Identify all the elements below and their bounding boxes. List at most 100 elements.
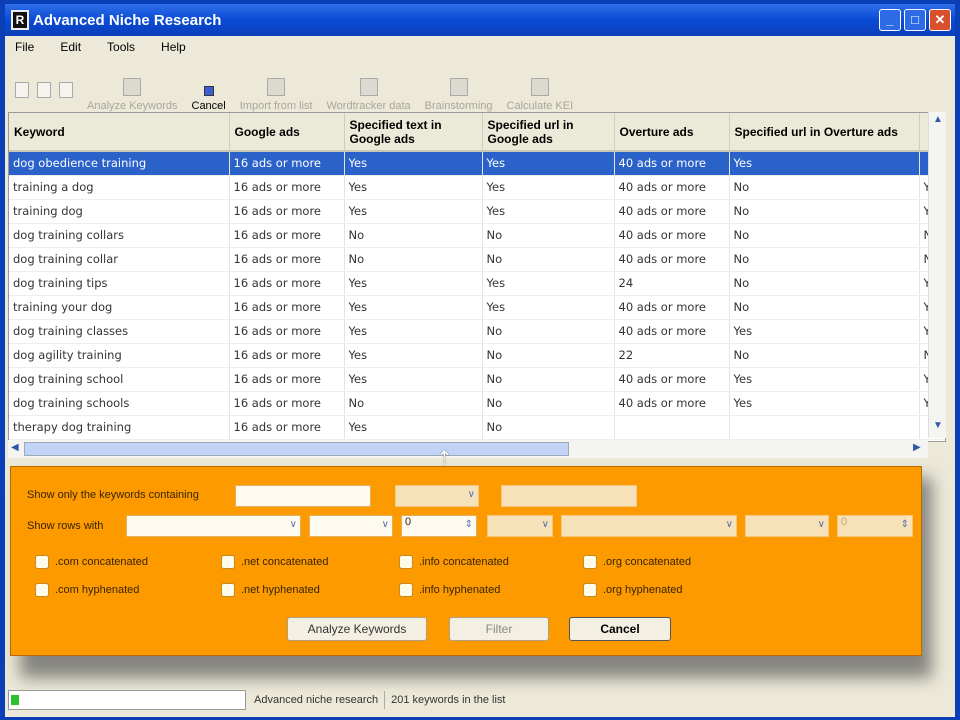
table-row[interactable]: training your dog 16 ads or more Yes Yes 40 … [9,295,945,320]
menu-edit[interactable]: Edit [60,40,81,54]
value-spinner-2: 0 ⇕ [837,515,913,537]
new-icon[interactable] [15,82,29,98]
column-header[interactable]: Keyword [9,113,230,152]
column-header[interactable]: Google ads [229,113,345,152]
table-cell: dog obedience training [9,151,230,176]
analyze-keywords-button[interactable]: Analyze Keywords [287,617,427,641]
table-row[interactable]: dog training tips 16 ads or more Yes Yes 24 N… [9,271,945,296]
table-cell: 40 ads or more [614,319,730,344]
table-cell: 16 ads or more [229,151,345,176]
filter-button[interactable]: Filter [449,617,549,641]
table-cell: 16 ads or more [229,247,345,272]
table-cell: 16 ads or more [229,367,345,392]
table-cell: 40 ads or more [614,151,730,176]
table-cell: No [344,247,483,272]
checkbox-net-hyphenated[interactable]: .net hyphenated [221,583,320,597]
table-cell: 40 ads or more [614,295,730,320]
checkbox-org-hyphenated[interactable]: .org hyphenated [583,583,683,597]
vertical-scrollbar[interactable]: ▲ ▼ [928,112,946,438]
column-header[interactable]: Specified url in Google ads [482,113,615,152]
table-cell: No [729,343,920,368]
checkbox-label: .net concatenated [241,556,329,568]
cancel-button[interactable]: Cancel [569,617,671,641]
table-cell: 16 ads or more [229,391,345,416]
table-row[interactable]: dog training school 16 ads or more Yes No 40… [9,367,945,392]
maximize-button[interactable]: □ [904,9,926,31]
table-cell: Yes [482,151,615,176]
contains-input-2 [501,485,637,507]
toolbar-analyze-keywords[interactable]: Analyze Keywords [87,78,178,112]
table-cell: dog training tips [9,271,230,296]
open-icon[interactable] [37,82,51,98]
table-row[interactable]: therapy dog training 16 ads or more Yes No [9,415,945,440]
app-icon: R [11,10,29,30]
column-select[interactable]: ∨ [126,515,301,537]
import-icon [267,78,286,96]
checkbox-info-concatenated[interactable]: .info concatenated [399,555,509,569]
status-app: Advanced niche research [254,694,379,706]
table-cell: 40 ads or more [614,175,730,200]
logic-select: ∨ [487,515,553,537]
table-row[interactable]: dog agility training 16 ads or more Yes No 2… [9,343,945,368]
minimize-button[interactable]: _ [879,9,901,31]
close-button[interactable]: ✕ [929,9,951,31]
menu-file[interactable]: File [15,40,34,54]
toolbar-brainstorming[interactable]: Brainstorming [425,78,493,112]
toolbar-wordtracker[interactable]: Wordtracker data [326,78,411,112]
table-cell: No [344,223,483,248]
checkbox-org-concatenated[interactable]: .org concatenated [583,555,691,569]
brainstorm-icon [449,78,468,96]
value-spinner[interactable]: 0 ⇕ [401,515,477,537]
value-text-2: 0 [841,516,848,528]
table-cell: No [482,391,615,416]
table-row[interactable]: dog training classes 16 ads or more Yes No 4… [9,319,945,344]
table-row[interactable]: dog training collars 16 ads or more No No 40… [9,223,945,248]
toolbar-label: Import from list [239,100,313,112]
operator-select[interactable]: ∨ [309,515,393,537]
menu-help[interactable]: Help [161,40,186,54]
table-cell: No [729,295,920,320]
table-cell: No [344,391,483,416]
checkbox-net-concatenated[interactable]: .net concatenated [221,555,328,569]
table-cell: Yes [729,391,920,416]
toolbar-label: Calculate KEI [506,100,574,112]
table-cell: No [482,343,615,368]
checkbox-com-hyphenated[interactable]: .com hyphenated [35,583,139,597]
menu-tools[interactable]: Tools [107,40,135,54]
table-row[interactable]: training dog 16 ads or more Yes Yes 40 ads o… [9,199,945,224]
table-cell: Yes [482,295,615,320]
table-cell: Yes [729,367,920,392]
table-cell: Yes [482,175,615,200]
table-row[interactable]: dog training collar 16 ads or more No No 40 … [9,247,945,272]
table-row[interactable]: dog training schools 16 ads or more No No 40… [9,391,945,416]
column-header[interactable]: Overture ads [614,113,730,152]
contains-input[interactable] [235,485,371,507]
table-row[interactable]: training a dog 16 ads or more Yes Yes 40 ads… [9,175,945,200]
table-cell: Yes [344,319,483,344]
horizontal-scrollbar[interactable]: ◀ ▶ [8,440,928,458]
save-icon[interactable] [59,82,73,98]
keyword-table: Keyword Google ads Specified text in Googl… [8,112,946,442]
toolbar-label: Cancel [191,100,226,112]
checkbox-info-hyphenated[interactable]: .info hyphenated [399,583,500,597]
checkbox-label: .com concatenated [55,556,148,568]
column-header[interactable]: Specified text in Google ads [344,113,483,152]
toolbar-cancel[interactable]: Cancel [192,86,226,112]
table-cell: 16 ads or more [229,415,345,440]
table-row[interactable]: dog obedience training 16 ads or more Yes Y… [9,151,945,176]
toolbar: Analyze Keywords Cancel Import from list… [15,68,945,112]
table-cell: Yes [344,199,483,224]
table-cell: 24 [614,271,730,296]
table-cell: 22 [614,343,730,368]
scroll-thumb[interactable] [24,442,569,456]
table-cell: dog agility training [9,343,230,368]
toolbar-calculate-kei[interactable]: Calculate KEI [506,78,574,112]
table-cell [614,415,730,440]
toolbar-import[interactable]: Import from list [239,78,313,112]
status-count: 201 keywords in the list [391,694,506,706]
table-cell: dog training school [9,367,230,392]
checkbox-com-concatenated[interactable]: .com concatenated [35,555,148,569]
table-cell: Yes [344,175,483,200]
checkbox-label: .net hyphenated [241,584,320,596]
column-header[interactable]: Specified url in Overture ads [729,113,920,152]
